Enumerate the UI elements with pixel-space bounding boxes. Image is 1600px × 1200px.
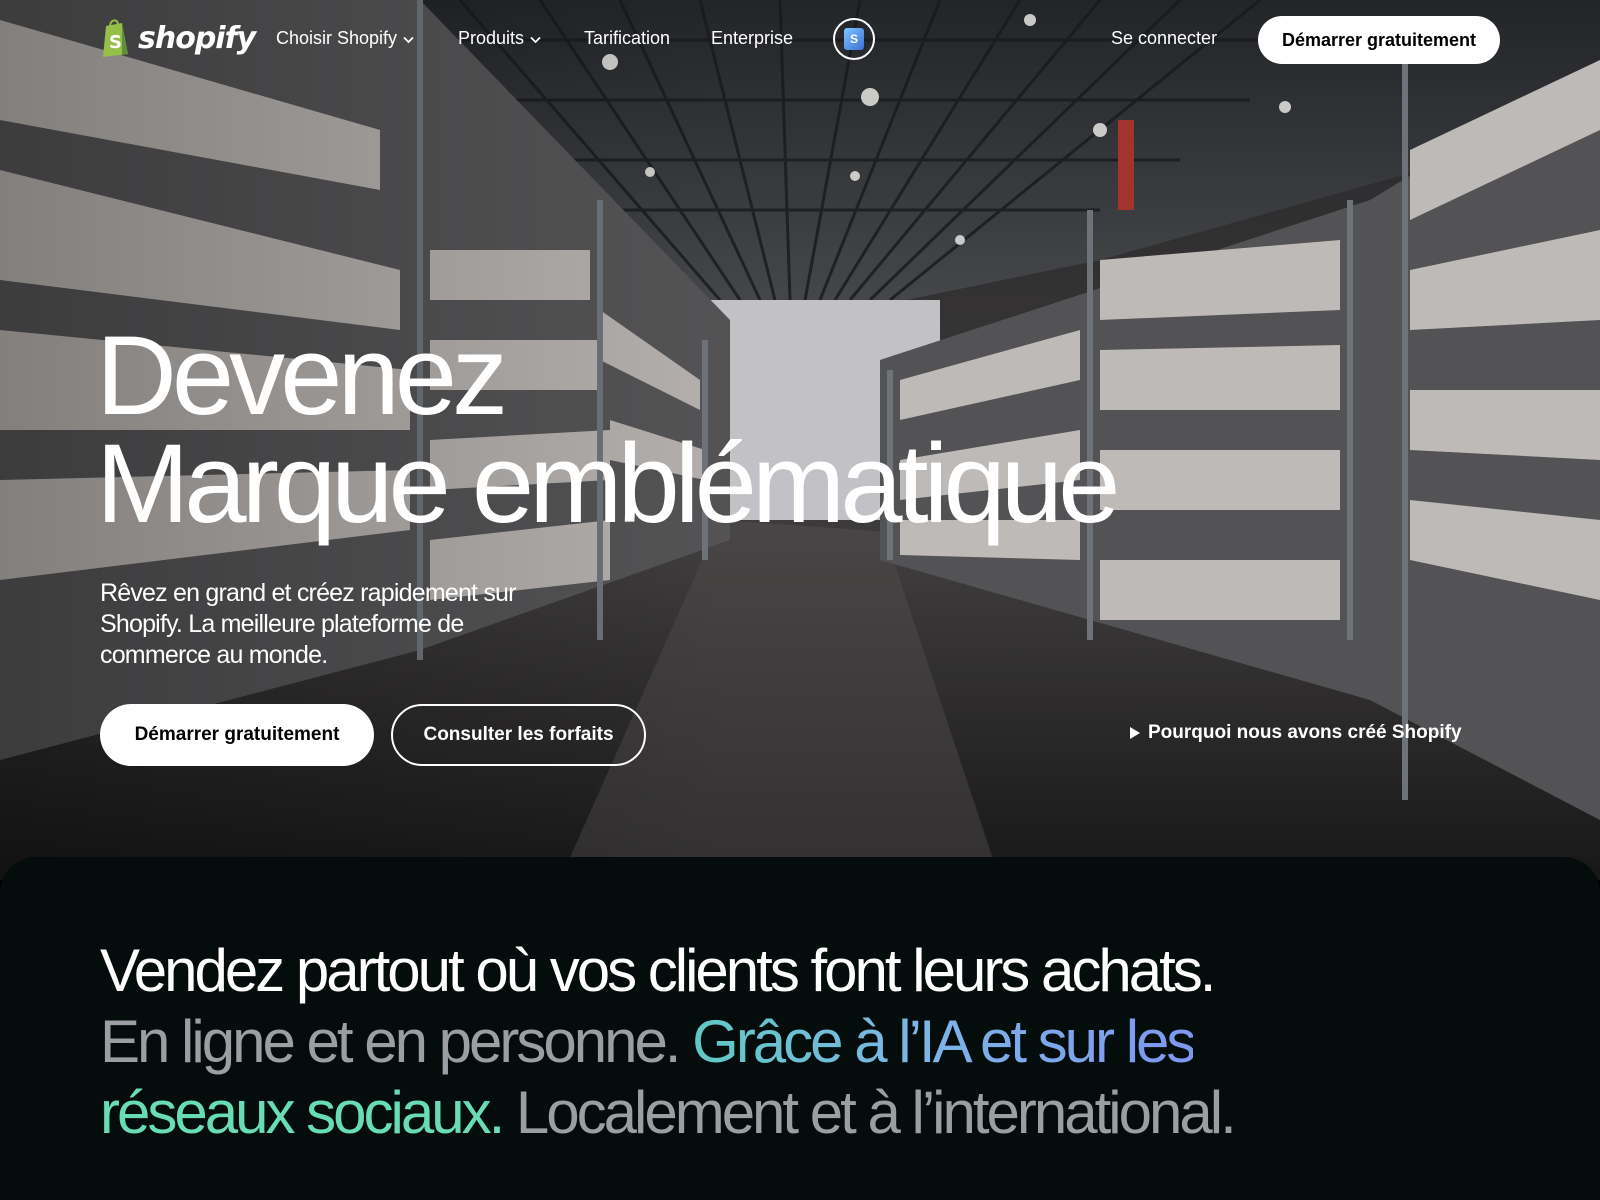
why-shopify-video-link[interactable]: Pourquoi nous avons créé Shopify — [1130, 722, 1462, 744]
nav-start-free-button[interactable]: Démarrer gratuitement — [1258, 16, 1500, 64]
shopify-bag-icon: S — [103, 19, 128, 57]
view-plans-button[interactable]: Consulter les forfaits — [391, 704, 646, 766]
chevron-down-icon — [403, 36, 414, 43]
nav-label: Tarification — [584, 28, 671, 48]
hero-title-line2: Marque emblématique — [96, 421, 1120, 546]
shop-app-button[interactable]: S — [833, 18, 875, 60]
section-grey-part2: Localement et à l’international. — [502, 1079, 1237, 1146]
hero-subtitle: Rêvez en grand et créez rapidement sur S… — [100, 579, 516, 669]
section-grey-part1: En ligne et en personne. — [100, 1008, 693, 1075]
chevron-down-icon — [530, 36, 541, 43]
section-line1: Vendez partout où vos clients font leurs… — [100, 937, 1216, 1004]
shopify-logo[interactable]: S shopify — [100, 18, 256, 58]
shop-bag-icon: S — [844, 28, 864, 50]
nav-choisir-shopify[interactable]: Choisir Shopify — [276, 28, 414, 49]
hero-title-line1: Devenez — [96, 313, 508, 438]
nav-enterprise[interactable]: Enterprise — [711, 28, 793, 49]
section-social-part: réseaux sociaux. — [100, 1079, 505, 1146]
sell-everywhere-section: Vendez partout où vos clients font leurs… — [0, 857, 1600, 1200]
section-ai-part: Grâce à l’IA et sur les — [692, 1008, 1196, 1075]
hero-title: Devenez Marque emblématique — [96, 313, 1120, 546]
hero-start-free-button[interactable]: Démarrer gratuitement — [100, 704, 374, 766]
play-icon — [1130, 727, 1140, 739]
nav-tarification[interactable]: Tarification — [584, 28, 670, 49]
nav-produits[interactable]: Produits — [458, 28, 541, 49]
login-label: Se connecter — [1111, 28, 1218, 48]
section-heading: Vendez partout où vos clients font leurs… — [100, 935, 1400, 1148]
nav-label: Choisir Shopify — [276, 28, 398, 48]
hero: S shopify Choisir Shopify Produits Tarif… — [0, 0, 1600, 880]
nav-label: Produits — [458, 28, 525, 48]
login-link[interactable]: Se connecter — [1111, 28, 1217, 49]
brand-wordmark: shopify — [138, 20, 256, 56]
nav-label: Enterprise — [711, 28, 794, 48]
video-link-label: Pourquoi nous avons créé Shopify — [1148, 722, 1462, 743]
top-nav: S shopify Choisir Shopify Produits Tarif… — [0, 0, 1600, 82]
svg-text:S: S — [109, 32, 122, 53]
